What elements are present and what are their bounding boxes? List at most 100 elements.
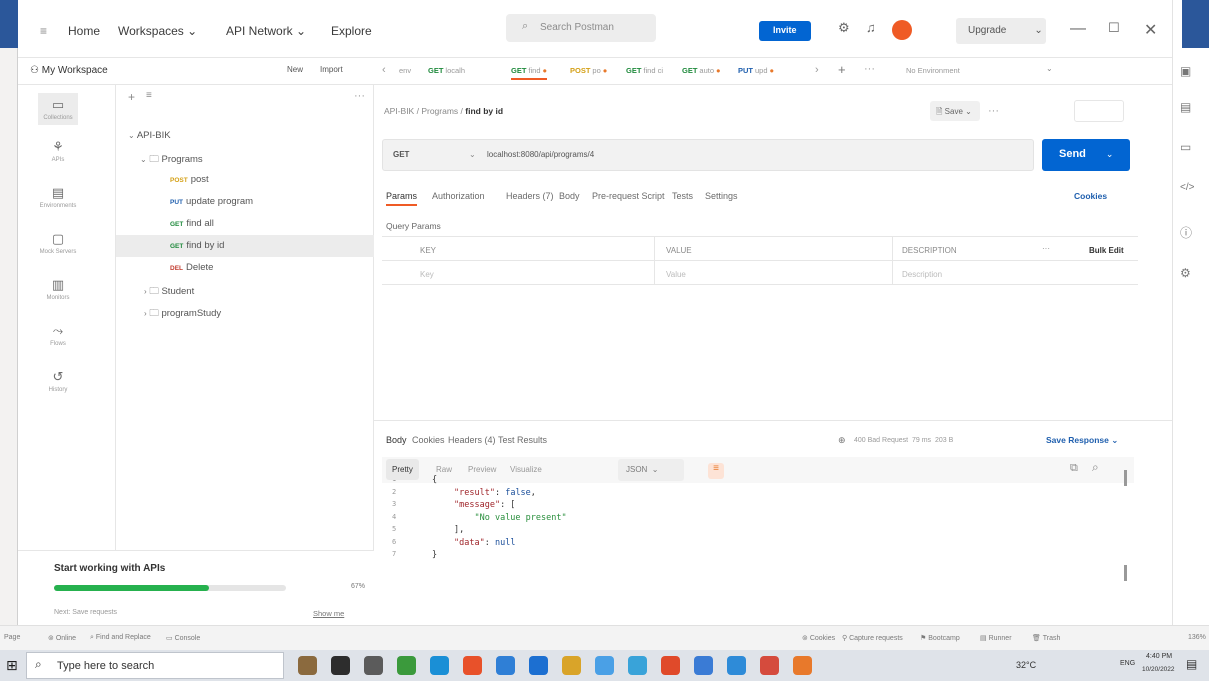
taskbar-app-icon[interactable]: [628, 656, 647, 675]
more-icon[interactable]: ···: [354, 90, 365, 102]
more-options-icon[interactable]: ···: [988, 105, 999, 117]
status-online[interactable]: ⊚ Online: [48, 634, 76, 642]
sidebar-item-flows[interactable]: ⤳ Flows: [18, 323, 98, 347]
table-more-icon[interactable]: ···: [1042, 244, 1050, 253]
notification-icon[interactable]: ♫: [866, 20, 876, 35]
taskbar-app-icon[interactable]: [661, 656, 680, 675]
taskbar-app-icon[interactable]: [562, 656, 581, 675]
maximize-icon[interactable]: ☐: [1108, 20, 1120, 36]
calendar-icon[interactable]: ▣: [1180, 64, 1191, 78]
taskbar-app-icon[interactable]: [298, 656, 317, 675]
url-bar[interactable]: GET ⌄ localhost:8080/api/programs/4: [382, 139, 1034, 171]
tab-item[interactable]: PUT upd ●: [738, 66, 774, 75]
taskbar-app-icon[interactable]: [793, 656, 812, 675]
tab-headers[interactable]: Headers (7): [506, 191, 554, 201]
import-button[interactable]: Import: [320, 65, 343, 74]
collection-api-bik[interactable]: ⌄ API-BIK: [116, 125, 374, 147]
filter-icon[interactable]: ≡: [146, 90, 152, 101]
tab-item[interactable]: GET auto ●: [682, 66, 721, 75]
sidebar-item-collections[interactable]: ▭ Collections: [38, 93, 78, 125]
taskbar-app-icon[interactable]: [397, 656, 416, 675]
status-trash[interactable]: 🗑 Trash: [1032, 634, 1060, 642]
language-indicator[interactable]: ENG: [1120, 660, 1135, 667]
view-preview[interactable]: Preview: [462, 459, 502, 480]
tabs-more-button[interactable]: ···: [864, 63, 875, 75]
save-button[interactable]: 🗎 Save ⌄: [930, 101, 980, 121]
request-item[interactable]: GET find by id: [116, 235, 374, 257]
taskbar-search-input[interactable]: ⌕ Type here to search: [26, 652, 284, 679]
folder-item[interactable]: › 🗀 programStudy: [116, 301, 374, 323]
avatar[interactable]: [892, 20, 912, 40]
view-raw[interactable]: Raw: [430, 459, 458, 480]
response-body[interactable]: 1{2"result": false,3"message": [4 "No va…: [382, 461, 1142, 601]
sidebar-item-monitors[interactable]: ▥ Monitors: [18, 277, 98, 301]
workspace-name[interactable]: ⚇ My Workspace: [30, 65, 108, 76]
zoom-level[interactable]: 136%: [1188, 634, 1206, 641]
status-capture[interactable]: ⚲ Capture requests: [842, 634, 903, 642]
taskbar-app-icon[interactable]: [463, 656, 482, 675]
cookies-link[interactable]: Cookies: [1074, 191, 1107, 201]
status-cookies[interactable]: ⊚ Cookies: [802, 634, 835, 642]
save-response-button[interactable]: Save Response ⌄: [1046, 435, 1118, 446]
status-runner[interactable]: ▤ Runner: [980, 634, 1012, 642]
method-select[interactable]: GET: [393, 150, 409, 159]
sidebar-item-history[interactable]: ↺ History: [18, 369, 98, 393]
new-button[interactable]: New: [287, 65, 303, 74]
request-item[interactable]: GET find all: [116, 213, 374, 235]
tab-params[interactable]: Params: [386, 191, 418, 206]
show-me-link[interactable]: Show me: [313, 609, 344, 618]
search-input[interactable]: ⌕ Search Postman: [506, 14, 656, 42]
minimize-icon[interactable]: —: [1070, 20, 1086, 38]
status-find-replace[interactable]: ⌕ Find and Replace: [90, 634, 151, 642]
view-pretty[interactable]: Pretty: [386, 459, 419, 480]
nav-api-network[interactable]: API Network ⌄: [226, 24, 306, 38]
folder-programs[interactable]: ⌄ 🗀 Programs: [116, 147, 374, 169]
sidebar-item-environments[interactable]: ▤ Environments: [18, 185, 98, 209]
tab-tests[interactable]: Tests: [672, 191, 693, 201]
menu-icon[interactable]: ≡: [40, 24, 47, 38]
tabs-left-arrow[interactable]: ‹: [382, 64, 386, 76]
status-bootcamp[interactable]: ⚑ Bootcamp: [920, 634, 960, 642]
clock-date[interactable]: 10/20/2022: [1142, 666, 1175, 673]
taskbar-app-icon[interactable]: [694, 656, 713, 675]
scrollbar-thumb[interactable]: [1124, 470, 1127, 486]
taskbar-app-icon[interactable]: [760, 656, 779, 675]
bulk-edit-link[interactable]: Bulk Edit: [1089, 246, 1124, 255]
request-item[interactable]: PUT update program: [116, 191, 374, 213]
nav-explore[interactable]: Explore: [331, 24, 372, 38]
close-icon[interactable]: ✕: [1144, 20, 1157, 40]
view-visualize[interactable]: Visualize: [504, 459, 548, 480]
response-tab-body[interactable]: Body: [386, 435, 407, 445]
environment-select[interactable]: No Environment: [906, 66, 960, 75]
tab-item-active[interactable]: GET find ●: [511, 66, 548, 80]
taskbar-app-icon[interactable]: [496, 656, 515, 675]
status-console[interactable]: ▭ Console: [166, 634, 200, 642]
settings-icon[interactable]: ⚙: [1180, 266, 1191, 280]
response-tab-headers[interactable]: Headers (4): [448, 435, 496, 445]
url-input[interactable]: localhost:8080/api/programs/4: [487, 150, 594, 159]
temperature[interactable]: 32°C: [1016, 660, 1036, 670]
tab-item[interactable]: GET find ci: [626, 66, 663, 75]
upgrade-button[interactable]: Upgrade ⌄: [956, 18, 1046, 44]
info-icon[interactable]: ⓘ: [1180, 224, 1192, 241]
notifications-icon[interactable]: ▤: [1186, 657, 1197, 671]
key-input[interactable]: Key: [420, 270, 434, 279]
satellite-icon[interactable]: ⚙: [838, 20, 850, 36]
tab-pre-request-script[interactable]: Pre-request Script: [592, 191, 665, 201]
invite-button[interactable]: Invite: [759, 21, 811, 41]
scrollbar-thumb[interactable]: [1124, 565, 1127, 581]
sidebar-item-apis[interactable]: ⚘ APIs: [18, 139, 98, 163]
table-row[interactable]: [382, 261, 1138, 285]
document-icon[interactable]: ▤: [1180, 100, 1191, 114]
request-item[interactable]: DEL Delete: [116, 257, 374, 279]
tab-body[interactable]: Body: [559, 191, 580, 201]
comment-icon[interactable]: ▭: [1180, 140, 1191, 154]
tab-item[interactable]: env: [399, 66, 411, 75]
add-collection-button[interactable]: +: [128, 90, 135, 104]
request-item[interactable]: POST post: [116, 169, 374, 191]
clock-time[interactable]: 4:40 PM: [1146, 653, 1172, 660]
chevron-down-icon[interactable]: ⌄: [469, 150, 476, 159]
tab-item[interactable]: GET localh: [428, 66, 465, 75]
tab-authorization[interactable]: Authorization: [432, 191, 485, 201]
windows-start-icon[interactable]: ⊞: [6, 657, 18, 674]
